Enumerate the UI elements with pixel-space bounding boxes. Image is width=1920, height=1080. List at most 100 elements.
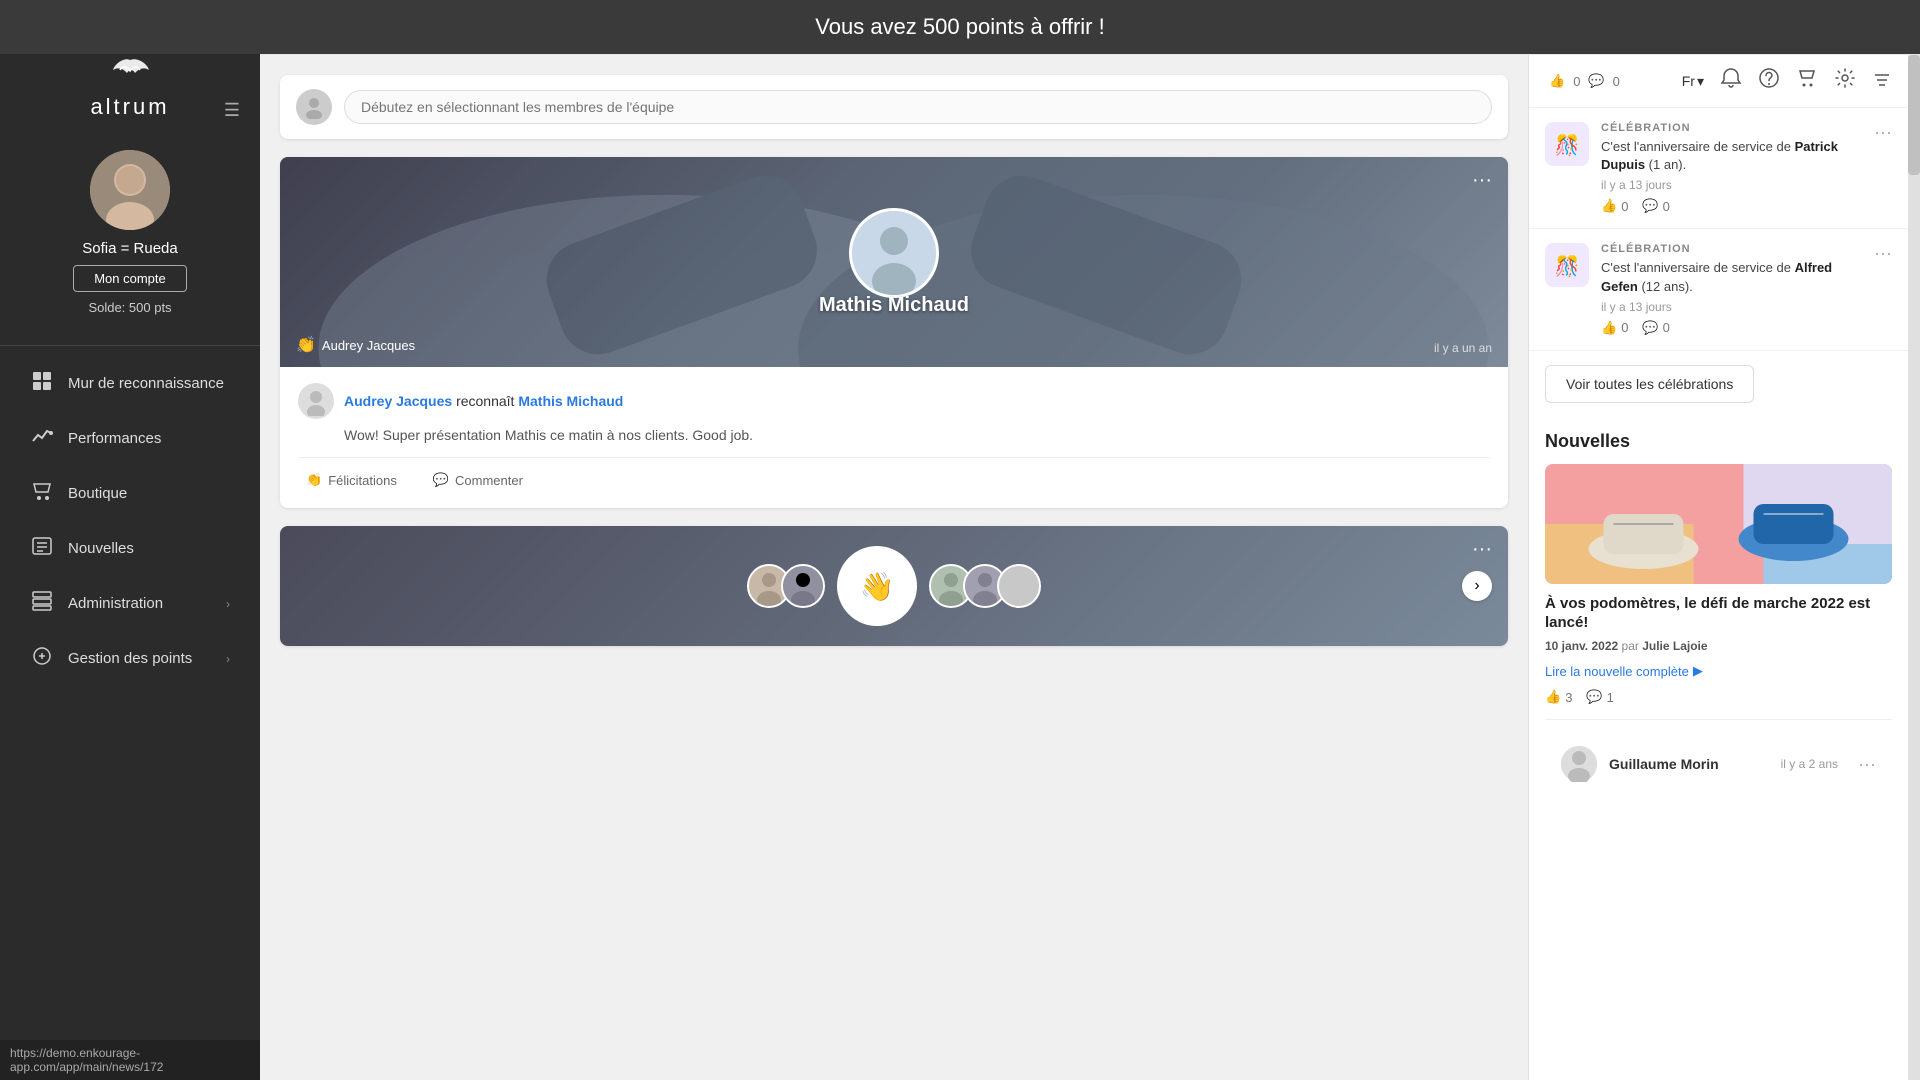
like-icon-1: 👍: [1601, 198, 1617, 214]
boutique-icon: [30, 480, 54, 507]
settings-icon[interactable]: [1834, 67, 1856, 95]
logo-bird-icon: [105, 55, 155, 92]
bottom-user-info: Guillaume Morin: [1609, 756, 1769, 772]
mur-icon: [30, 370, 54, 397]
news-author: Julie Lajoie: [1642, 639, 1707, 653]
celebration-dots-1[interactable]: ···: [1874, 122, 1892, 143]
next-arrow-icon: ›: [1474, 577, 1479, 595]
celebration-stats-2: 👍 0 💬 0: [1601, 320, 1862, 336]
post-target-name: Mathis Michaud: [518, 393, 623, 409]
like-stat-1: 👍 0: [1601, 198, 1628, 214]
administration-label: Administration: [68, 595, 226, 612]
post-author-line: Audrey Jacques reconnaît Mathis Michaud: [298, 383, 1490, 419]
post-dots[interactable]: ···: [1472, 169, 1492, 192]
post-header: Mathis Michaud 👏 Audrey Jacques il y a u…: [280, 157, 1508, 367]
logo-text: altrum: [90, 94, 169, 120]
account-button[interactable]: Mon compte: [73, 265, 187, 292]
news-comment-count: 1: [1607, 690, 1614, 705]
right-panel: 👍 0 💬 0 Fr ▾: [1528, 55, 1908, 1080]
celebration-content-1: CÉLÉBRATION C'est l'anniversaire de serv…: [1601, 122, 1862, 214]
sidebar-item-gestion[interactable]: Gestion des points ›: [0, 631, 260, 686]
team-selector-avatar: [296, 89, 332, 125]
next-arrow-button[interactable]: ›: [1462, 571, 1492, 601]
post-card-1: Mathis Michaud 👏 Audrey Jacques il y a u…: [280, 157, 1508, 508]
clap-icon: 👏: [306, 472, 322, 488]
bottom-user-dots[interactable]: ···: [1858, 754, 1876, 775]
celebration-person-2: Alfred Gefen: [1601, 260, 1832, 293]
read-more-link[interactable]: Lire la nouvelle complète ▶: [1545, 663, 1703, 679]
team-selector-input[interactable]: [344, 90, 1492, 124]
help-icon[interactable]: [1758, 67, 1780, 95]
sidebar-item-mur[interactable]: Mur de reconnaissance: [0, 356, 260, 411]
celebration-icon-2: 🎊: [1545, 243, 1589, 287]
filter-icon[interactable]: [1872, 70, 1892, 93]
bottom-user-item: Guillaume Morin il y a 2 ans ···: [1545, 734, 1892, 794]
post-card-2-header: ··· 👋: [280, 526, 1508, 646]
like-icon-top: 👍: [1549, 73, 1565, 89]
post-actions: 👏 Félicitations 💬 Commenter: [298, 457, 1490, 492]
mur-label: Mur de reconnaissance: [68, 375, 230, 392]
post-author-name: Audrey Jacques: [344, 393, 452, 409]
celebration-tag-1: CÉLÉBRATION: [1601, 122, 1862, 134]
celebration-dots-2[interactable]: ···: [1874, 243, 1892, 264]
comment-stat-2: 💬 0: [1642, 320, 1669, 336]
lang-text: Fr: [1682, 73, 1695, 89]
lang-selector[interactable]: Fr ▾: [1682, 73, 1704, 90]
post-author-text: Audrey Jacques reconnaît Mathis Michaud: [344, 393, 623, 409]
nouvelles-title: Nouvelles: [1545, 431, 1892, 452]
administration-arrow: ›: [226, 597, 230, 611]
notification-icon[interactable]: [1720, 67, 1742, 95]
avatar-image: [90, 150, 170, 230]
clap-label: Félicitations: [328, 473, 397, 488]
post-card-2: ··· 👋: [280, 526, 1508, 646]
svg-text:👋: 👋: [860, 571, 895, 603]
comment-button[interactable]: 💬 Commenter: [425, 468, 531, 492]
center-feed[interactable]: Mathis Michaud 👏 Audrey Jacques il y a u…: [260, 55, 1528, 1080]
celebration-text-1: C'est l'anniversaire de service de Patri…: [1601, 138, 1862, 174]
sidebar-item-administration[interactable]: Administration ›: [0, 576, 260, 631]
user-avatar: [90, 150, 170, 230]
comment-icon-top: 💬: [1588, 73, 1604, 89]
bottom-user-time: il y a 2 ans: [1781, 757, 1838, 771]
sidebar-divider: [0, 345, 260, 346]
sidebar-item-nouvelles[interactable]: Nouvelles: [0, 521, 260, 576]
sidebar-item-boutique[interactable]: Boutique: [0, 466, 260, 521]
gestion-arrow: ›: [226, 652, 230, 666]
news-comment-icon: 💬: [1586, 689, 1602, 705]
news-like-icon: 👍: [1545, 689, 1561, 705]
like-stat-2: 👍 0: [1601, 320, 1628, 336]
post-author-avatar: [298, 383, 334, 419]
post-body: Audrey Jacques reconnaît Mathis Michaud …: [280, 367, 1508, 508]
shop-icon[interactable]: [1796, 67, 1818, 95]
read-more-arrow: ▶: [1693, 663, 1703, 679]
news-like-count: 3: [1565, 690, 1572, 705]
celebration-item-1: 🎊 CÉLÉBRATION C'est l'anniversaire de se…: [1529, 108, 1908, 229]
logo-container: altrum: [90, 55, 169, 120]
celebration-content-2: CÉLÉBRATION C'est l'anniversaire de serv…: [1601, 243, 1862, 335]
performances-label: Performances: [68, 430, 230, 447]
big-clap-icon: 👋: [837, 546, 917, 626]
scrollbar-thumb[interactable]: [1908, 55, 1920, 175]
gestion-icon: [30, 645, 54, 672]
celebration-text-2: C'est l'anniversaire de service de Alfre…: [1601, 259, 1862, 295]
post-card-2-dots[interactable]: ···: [1472, 538, 1492, 561]
banner-text: Vous avez 500 points à offrir !: [815, 14, 1104, 39]
page-scrollbar[interactable]: [1908, 55, 1920, 1080]
clap-sender-icon: 👏: [296, 335, 316, 355]
comment-count-1: 0: [1663, 199, 1670, 214]
hamburger-icon[interactable]: ☰: [224, 100, 240, 121]
boutique-label: Boutique: [68, 485, 230, 502]
post-time: il y a un an: [1434, 341, 1492, 355]
comment-count-2: 0: [1663, 320, 1670, 335]
sidebar: altrum ☰ Sofia = Rueda Mon compte Solde:…: [0, 0, 260, 1080]
clap-button[interactable]: 👏 Félicitations: [298, 468, 405, 492]
team-selector-box: [280, 75, 1508, 139]
performances-icon: [30, 425, 54, 452]
celebration-time-2: il y a 13 jours: [1601, 300, 1862, 314]
news-comment-stat: 💬 1: [1586, 689, 1613, 705]
celebration-person-1: Patrick Dupuis: [1601, 139, 1838, 172]
sidebar-item-performances[interactable]: Performances: [0, 411, 260, 466]
url-text: https://demo.enkourage-app.com/app/main/…: [10, 1046, 163, 1074]
news-like-stat: 👍 3: [1545, 689, 1572, 705]
see-all-celebrations-button[interactable]: Voir toutes les célébrations: [1545, 365, 1754, 403]
